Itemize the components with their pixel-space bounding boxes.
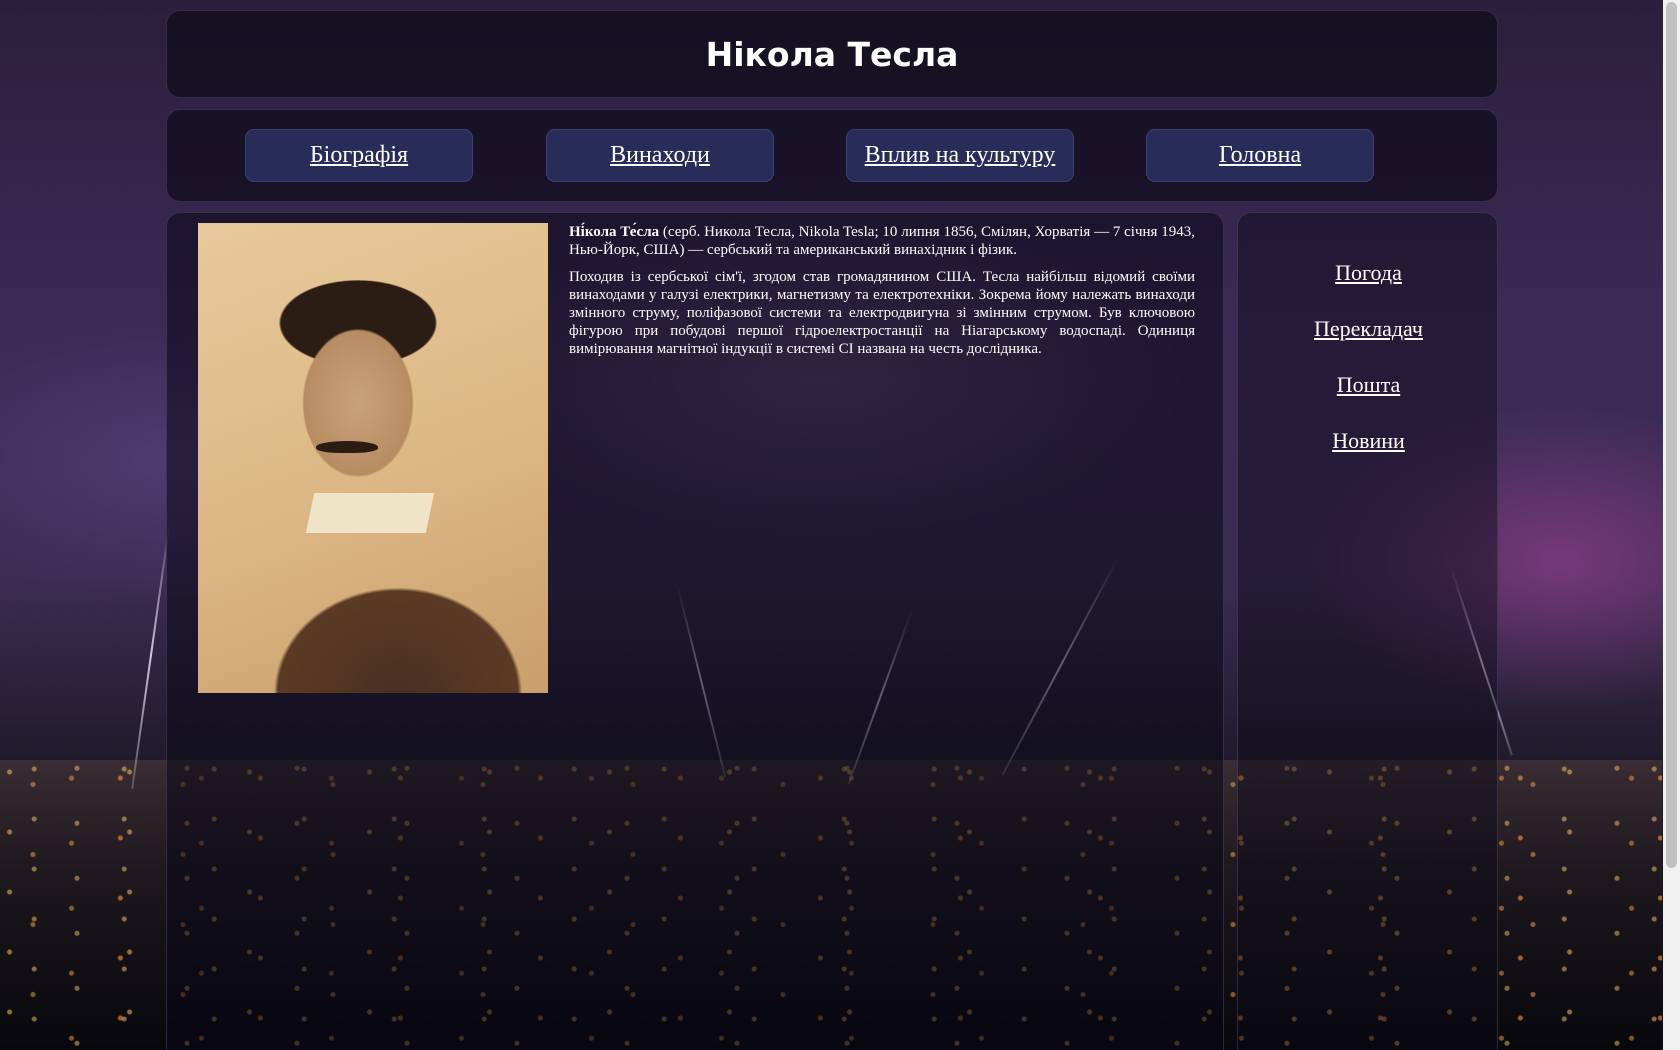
bio-paragraph-intro: Ні́кола Те́сла (серб. Никола Тесла, Niko… bbox=[569, 223, 1195, 259]
bio-intro-text: (серб. Никола Тесла, Nikola Tesla; 10 ли… bbox=[569, 224, 1195, 258]
scrollbar-thumb[interactable] bbox=[1666, 2, 1677, 868]
sidebar-link-translator[interactable]: Перекладач bbox=[1238, 316, 1499, 342]
main-content: Ні́кола Те́сла (серб. Никола Тесла, Niko… bbox=[166, 212, 1224, 1050]
portrait-mustache bbox=[316, 441, 378, 453]
vertical-scrollbar[interactable] bbox=[1663, 0, 1680, 1050]
page-header: Нікола Тесла bbox=[166, 10, 1498, 98]
sidebar-link-weather[interactable]: Погода bbox=[1238, 260, 1499, 286]
lightning-bolt bbox=[131, 521, 171, 789]
nav-button-biography[interactable]: Біографія bbox=[245, 129, 473, 182]
sidebar-link-news[interactable]: Новини bbox=[1238, 428, 1499, 454]
tesla-portrait bbox=[198, 223, 548, 693]
bio-name: Ні́кола Те́сла bbox=[569, 224, 660, 240]
sidebar-link-mail[interactable]: Пошта bbox=[1238, 372, 1499, 398]
nav-button-inventions[interactable]: Винаходи bbox=[546, 129, 774, 182]
nav-button-home[interactable]: Головна bbox=[1146, 129, 1374, 182]
sidebar: Погода Перекладач Пошта Новини bbox=[1237, 212, 1498, 1050]
nav-button-culture[interactable]: Вплив на культуру bbox=[846, 129, 1074, 182]
bio-paragraph-2: Походив із сербської сім'ї, згодом став … bbox=[569, 269, 1195, 357]
biography-text: Ні́кола Те́сла (серб. Никола Тесла, Niko… bbox=[569, 223, 1195, 367]
portrait-collar bbox=[305, 493, 435, 533]
page-title: Нікола Тесла bbox=[705, 34, 959, 74]
top-navigation: Біографія Винаходи Вплив на культуру Гол… bbox=[166, 109, 1498, 202]
